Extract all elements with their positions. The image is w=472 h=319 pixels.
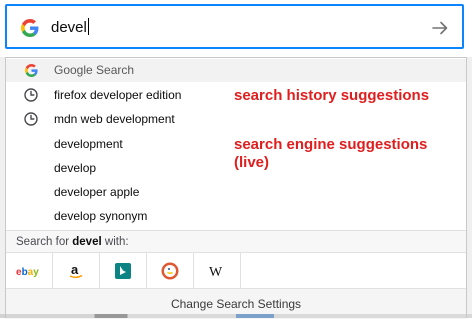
search-query-text: devel bbox=[51, 19, 87, 36]
svg-text:ebay: ebay bbox=[16, 267, 39, 277]
one-off-engines: ebay a W bbox=[6, 252, 466, 289]
change-search-settings-label: Change Search Settings bbox=[170, 297, 302, 311]
search-input[interactable]: devel bbox=[51, 18, 89, 38]
history-item[interactable]: mdn web development bbox=[6, 107, 466, 131]
search-for-term: devel bbox=[72, 236, 102, 248]
google-search-label: Google Search bbox=[54, 63, 135, 77]
suggestion-item[interactable]: develop synonym bbox=[6, 204, 466, 228]
engine-button-duckduckgo[interactable] bbox=[147, 253, 194, 289]
wikipedia-icon: W bbox=[209, 265, 223, 278]
suggestions-panel: Google Search firefox developer edition … bbox=[5, 57, 467, 319]
annotation-engine-line1: search engine suggestions bbox=[234, 136, 428, 153]
svg-text:a: a bbox=[71, 263, 79, 277]
history-item-label: mdn web development bbox=[54, 112, 175, 126]
engine-button-ebay[interactable]: ebay bbox=[6, 253, 53, 289]
annotation-engine-line2: (live) bbox=[234, 154, 270, 171]
engine-button-wikipedia[interactable]: W bbox=[194, 253, 241, 289]
annotation-history: search history suggestions bbox=[234, 87, 430, 104]
suggestion-item-label: developer apple bbox=[54, 185, 140, 199]
google-search-row[interactable]: Google Search bbox=[6, 59, 466, 82]
suggestion-item[interactable]: developer apple bbox=[6, 180, 466, 204]
suggestion-item-label: develop synonym bbox=[54, 209, 148, 223]
amazon-icon: a bbox=[69, 263, 83, 279]
search-for-suffix: with: bbox=[104, 236, 129, 248]
svg-text:W: W bbox=[209, 265, 223, 278]
search-for-prefix: Search for bbox=[16, 236, 70, 248]
engine-button-bing[interactable] bbox=[100, 253, 147, 289]
search-for-header: Search for devel with: bbox=[6, 230, 466, 252]
bing-icon bbox=[115, 263, 131, 279]
clock-icon bbox=[24, 112, 38, 126]
clock-icon bbox=[24, 88, 38, 102]
background-strip bbox=[0, 314, 472, 318]
suggestion-item-label: development bbox=[54, 137, 123, 151]
history-item-label: firefox developer edition bbox=[54, 88, 182, 102]
google-g-icon bbox=[25, 64, 38, 77]
arrow-right-icon[interactable] bbox=[430, 18, 450, 38]
background-right bbox=[467, 57, 472, 318]
suggestion-item-label: develop bbox=[54, 161, 97, 175]
text-caret bbox=[87, 18, 89, 35]
ebay-icon: ebay bbox=[16, 267, 39, 277]
engine-button-amazon[interactable]: a bbox=[53, 253, 100, 289]
google-g-icon bbox=[21, 19, 39, 37]
search-bar[interactable]: devel bbox=[5, 4, 464, 49]
duckduckgo-icon bbox=[161, 262, 179, 280]
